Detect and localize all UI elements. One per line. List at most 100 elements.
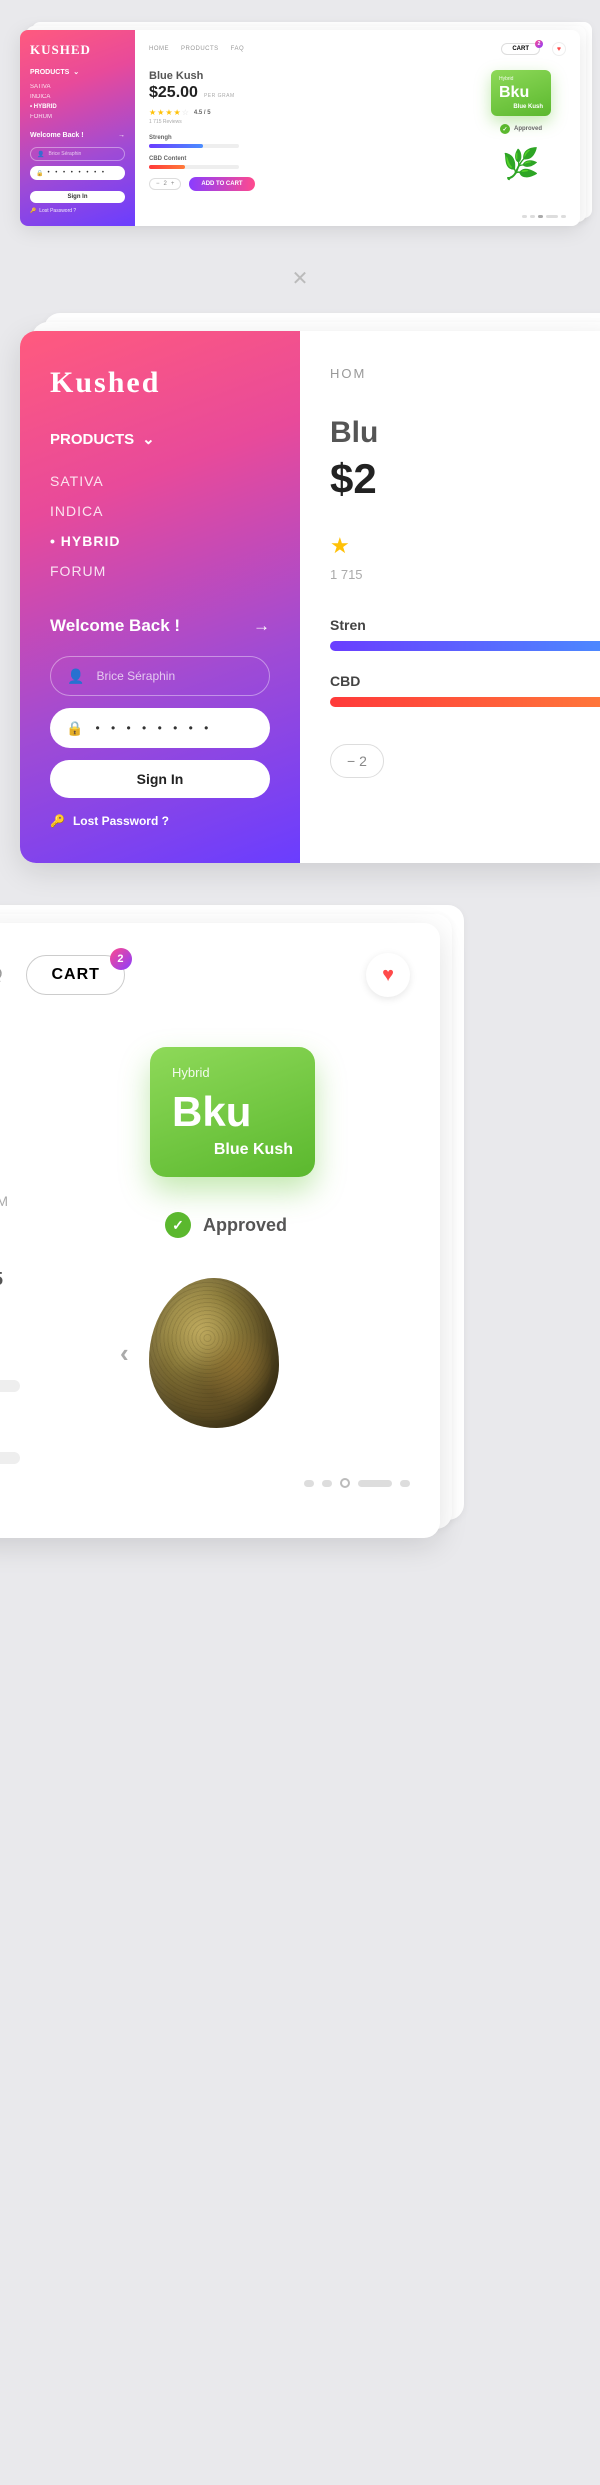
product-image (149, 1278, 279, 1428)
product-image: 🌿 (499, 142, 544, 187)
product-visual: Hybrid Bku Blue Kush ✓Approved 🌿 (476, 70, 566, 191)
cbd-label: CBD Content (149, 156, 476, 162)
quantity-stepper[interactable]: −2+ (149, 178, 181, 190)
favorite-button[interactable]: ♥ (552, 42, 566, 56)
cart-count-badge: 2 (110, 948, 132, 970)
rating-stars: ★★★★☆ 4.5 / 5 (149, 108, 476, 117)
plus-icon[interactable]: + (171, 181, 175, 187)
cart-button[interactable]: CART2 (501, 43, 540, 55)
strain-category: Hybrid (172, 1065, 293, 1080)
cart-button[interactable]: CART2 (26, 955, 124, 995)
user-icon: 👤 (37, 151, 44, 158)
heart-icon: ♥ (557, 46, 561, 53)
nav-products[interactable]: PRODUCTS (181, 46, 219, 52)
minus-icon[interactable]: − (156, 181, 160, 187)
username-field[interactable]: 👤Brice Séraphin (30, 147, 125, 161)
app-card: Kushed PRODUCTS⌄ SATIVA INDICA • HYBRID … (20, 30, 580, 226)
products-menu-toggle[interactable]: PRODUCTS⌄ (30, 68, 125, 76)
strength-meter (330, 641, 600, 651)
star-icon: ★ (330, 533, 350, 558)
price-unit: PER GRAM (204, 93, 235, 99)
star-icon: ★ (157, 108, 164, 117)
cbd-meter (149, 165, 239, 169)
right-zoom-crop: Q CART2 ♥ Hybrid Bku Blue Kush GRAM 5 / … (0, 923, 580, 1538)
logo: Kushed (30, 42, 125, 58)
strain-tile: Hybrid Bku Blue Kush (150, 1047, 315, 1177)
strain-name: Blue Kush (172, 1141, 293, 1159)
strain-tile: Hybrid Bku Blue Kush (491, 70, 551, 116)
pager-dots[interactable] (522, 215, 566, 218)
top-nav: HOME PRODUCTS FAQ CART2 ♥ (149, 42, 566, 56)
approved-badge: ✓Approved (165, 1212, 440, 1238)
add-to-cart-button[interactable]: ADD TO CART (189, 177, 254, 191)
product-section: Blue Kush $25.00PER GRAM ★★★★☆ 4.5 / 5 1… (149, 70, 566, 191)
close-icon[interactable]: ✕ (20, 266, 580, 291)
lost-password-link[interactable]: 🔑Lost Password ? (30, 208, 125, 214)
check-icon: ✓ (165, 1212, 191, 1238)
strength-label-fragment: Stren (330, 617, 600, 633)
lost-password-link[interactable]: 🔑Lost Password ? (50, 814, 270, 828)
strength-label: Strengh (149, 135, 476, 141)
chevron-down-icon: ⌄ (142, 430, 155, 448)
sidebar-item-forum[interactable]: FORUM (30, 112, 125, 122)
sidebar-item-indica[interactable]: INDICA (50, 496, 270, 526)
products-menu-toggle[interactable]: PRODUCTS⌄ (50, 430, 270, 448)
heart-icon: ♥ (382, 964, 394, 987)
sidebar: Kushed PRODUCTS⌄ SATIVA INDICA • HYBRID … (20, 331, 300, 863)
username-field[interactable]: 👤Brice Séraphin (50, 656, 270, 696)
zoom-card: Q CART2 ♥ Hybrid Bku Blue Kush GRAM 5 / … (0, 923, 440, 1538)
price-fragment: $2 (330, 455, 600, 503)
main-panel-peek: HOM Blu $2 ★ 1 715 Stren CBD − 2 (300, 331, 600, 863)
review-fragment: 1 715 (330, 567, 600, 582)
arrow-right-icon: → (253, 616, 270, 636)
sidebar: Kushed PRODUCTS⌄ SATIVA INDICA • HYBRID … (20, 30, 135, 226)
strain-category: Hybrid (499, 76, 543, 82)
review-count: 1 715 Reviews (149, 119, 476, 125)
category-menu: SATIVA INDICA • HYBRID FORUM (30, 82, 125, 122)
category-menu: SATIVA INDICA • HYBRID FORUM (50, 466, 270, 586)
signin-button[interactable]: Sign In (30, 191, 125, 203)
product-name-fragment: Blu (330, 416, 600, 450)
left-fragments: GRAM 5 / 5 T (0, 1193, 20, 1538)
sidebar-zoom-crop: Kushed PRODUCTS⌄ SATIVA INDICA • HYBRID … (20, 331, 580, 863)
chevron-down-icon: ⌄ (73, 68, 79, 76)
cart-count-badge: 2 (535, 40, 543, 48)
meter-fragment (0, 1380, 20, 1392)
pager-dots[interactable] (0, 1478, 440, 1488)
signin-button[interactable]: Sign In (50, 760, 270, 798)
product-details: Blue Kush $25.00PER GRAM ★★★★☆ 4.5 / 5 1… (149, 70, 476, 191)
user-icon: 👤 (67, 668, 84, 685)
strain-symbol: Bku (499, 84, 543, 102)
product-image-carousel: ‹ (120, 1278, 440, 1428)
strain-symbol: Bku (172, 1088, 293, 1136)
sidebar-item-sativa[interactable]: SATIVA (30, 82, 125, 92)
cbd-meter (330, 697, 600, 707)
sidebar-item-sativa[interactable]: SATIVA (50, 466, 270, 496)
sidebar-item-forum[interactable]: FORUM (50, 556, 270, 586)
strength-meter (149, 144, 239, 148)
rating-fragment: 5 / 5 (0, 1269, 20, 1290)
sidebar-item-hybrid[interactable]: • HYBRID (30, 102, 125, 112)
sidebar-item-hybrid[interactable]: • HYBRID (50, 526, 270, 556)
nav-home[interactable]: HOME (149, 46, 169, 52)
nav-fragment: HOM (330, 366, 600, 381)
lock-icon: 🔒 (66, 720, 83, 737)
favorite-button[interactable]: ♥ (366, 953, 410, 997)
star-icon: ☆ (182, 108, 189, 117)
strain-name: Blue Kush (499, 104, 543, 110)
app-preview-stack: Kushed PRODUCTS⌄ SATIVA INDICA • HYBRID … (20, 30, 580, 226)
nav-faq[interactable]: FAQ (231, 46, 245, 52)
check-icon: ✓ (500, 124, 510, 134)
password-field[interactable]: 🔒• • • • • • • • (50, 708, 270, 748)
star-icon: ★ (174, 108, 181, 117)
product-name: Blue Kush (149, 70, 476, 82)
star-icon: ★ (165, 108, 172, 117)
star-icon: ★ (149, 108, 156, 117)
main-panel: HOME PRODUCTS FAQ CART2 ♥ Blue Kush $25.… (135, 30, 580, 226)
chevron-left-icon[interactable]: ‹ (120, 1338, 129, 1369)
password-field[interactable]: 🔒• • • • • • • • (30, 166, 125, 180)
approved-badge: ✓Approved (500, 124, 542, 134)
quantity-stepper[interactable]: − 2 (330, 744, 384, 778)
faq-fragment: Q (0, 966, 2, 984)
sidebar-item-indica[interactable]: INDICA (30, 92, 125, 102)
